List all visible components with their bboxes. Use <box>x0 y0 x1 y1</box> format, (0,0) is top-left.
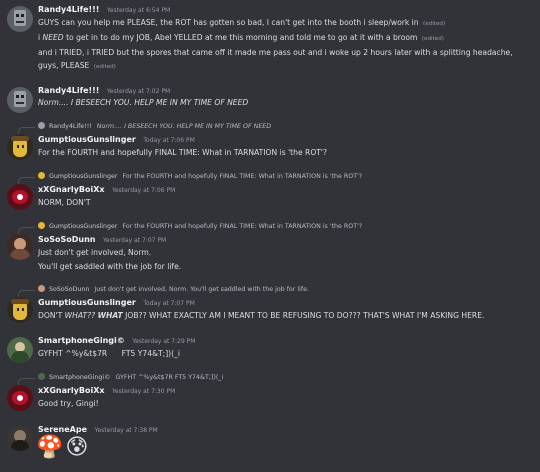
message-text: Just don't get involved, Norm. <box>38 248 152 257</box>
reply-username: GumptiousGunslinger <box>49 173 118 180</box>
message-text: For the FOURTH and hopefully FINAL TIME:… <box>38 148 328 157</box>
username[interactable]: xXGnarlyBoiXx <box>38 386 105 395</box>
message-text: Norm.... I BESEECH YOU. HELP ME IN MY TI… <box>38 98 249 107</box>
message-text: i NEED to get in to do my JOB, Abel YELL… <box>38 33 444 42</box>
message-header: SmartphoneGingi© Yesterday at 7:29 PM <box>38 335 195 347</box>
reply-avatar <box>38 222 45 229</box>
anxious-face-emoji-icon: 😰 <box>65 435 89 460</box>
timestamp: Yesterday at 7:07 PM <box>103 237 167 244</box>
avatar-randy[interactable] <box>7 6 33 32</box>
username[interactable]: SoSoSoDunn <box>38 235 96 244</box>
reply-preview[interactable]: Randy4Life!!! Norm.... I BESEECH YOU. HE… <box>14 122 534 135</box>
reply-preview[interactable]: SmartphoneGingi© GYFHT ^%y&t$7R FT5 Y74&… <box>14 373 534 386</box>
reply-text: GYFHT ^%y&t$7R FT5 Y74&T;])(_i <box>115 374 224 381</box>
chat-log: Randy4Life!!! Yesterday at 6:54 PM GUYS … <box>0 0 540 472</box>
avatar-xxgnarly[interactable] <box>7 184 33 210</box>
username[interactable]: xXGnarlyBoiXx <box>38 185 105 194</box>
message-text: GUYS can you help me PLEASE, the ROT has… <box>38 18 446 27</box>
avatar-randy[interactable] <box>7 87 33 113</box>
avatar-xxgnarly[interactable] <box>7 385 33 411</box>
message-text: DON'T WHAT?? WHAT JOB?? WHAT EXACTLY AM … <box>38 311 485 320</box>
username[interactable]: Randy4Life!!! <box>38 86 99 95</box>
timestamp: Today at 7:06 PM <box>143 137 195 144</box>
message-text: GYFHT ^%y&t$7R FT5 Y74&T;])(_i <box>38 349 181 358</box>
reply-username: SmartphoneGingi© <box>49 374 111 381</box>
reply-text: For the FOURTH and hopefully FINAL TIME:… <box>122 223 363 230</box>
avatar-sosodunn[interactable] <box>7 234 33 260</box>
reply-avatar <box>38 285 45 292</box>
timestamp: Yesterday at 7:29 PM <box>132 338 196 345</box>
username[interactable]: Randy4Life!!! <box>38 5 99 14</box>
timestamp: Yesterday at 7:02 PM <box>107 88 171 95</box>
message-header: SoSoSoDunn Yesterday at 7:07 PM <box>38 234 166 246</box>
reply-username: GumptiousGunslinger <box>49 223 118 230</box>
username[interactable]: GumptiousGunslinger <box>38 298 136 307</box>
username[interactable]: SereneApe <box>38 425 87 434</box>
message-text: You'll get saddled with the job for life… <box>38 262 182 271</box>
message-text: NORM, DON'T <box>38 198 91 207</box>
reply-preview[interactable]: SoSoSoDunn Just don't get involved, Norm… <box>14 285 534 298</box>
timestamp: Yesterday at 7:06 PM <box>112 187 176 194</box>
message-header: xXGnarlyBoiXx Yesterday at 7:06 PM <box>38 184 175 196</box>
timestamp: Yesterday at 7:38 PM <box>94 427 158 434</box>
message-text: Good try, Gingi! <box>38 399 99 408</box>
edited-label: (edited) <box>423 21 446 27</box>
mushroom-emoji-icon: 🍄 <box>36 435 64 460</box>
username[interactable]: GumptiousGunslinger <box>38 135 136 144</box>
edited-label: (edited) <box>421 36 444 42</box>
avatar-sereneape[interactable] <box>7 425 33 451</box>
emoji-message: 🍄😰 <box>36 434 90 462</box>
avatar-gumptious[interactable] <box>7 134 33 160</box>
timestamp: Yesterday at 6:54 PM <box>107 7 171 14</box>
reply-username: Randy4Life!!! <box>49 123 92 130</box>
reply-preview[interactable]: GumptiousGunslinger For the FOURTH and h… <box>14 172 534 185</box>
avatar-gumptious[interactable] <box>7 297 33 323</box>
message-text: and i TRIED, i TRIED but the spores that… <box>38 48 513 70</box>
message-header: GumptiousGunslinger Today at 7:06 PM <box>38 134 195 146</box>
timestamp: Today at 7:07 PM <box>143 300 195 307</box>
reply-avatar <box>38 122 45 129</box>
edited-label: (edited) <box>93 64 116 70</box>
timestamp: Yesterday at 7:30 PM <box>112 388 176 395</box>
reply-avatar <box>38 172 45 179</box>
reply-username: SoSoSoDunn <box>49 286 90 293</box>
username[interactable]: SmartphoneGingi© <box>38 336 125 345</box>
reply-text: Norm.... I BESEECH YOU. HELP ME IN MY TI… <box>96 123 272 130</box>
avatar-smartphonegingi[interactable] <box>7 337 33 363</box>
reply-text: For the FOURTH and hopefully FINAL TIME:… <box>122 173 363 180</box>
message-header: xXGnarlyBoiXx Yesterday at 7:30 PM <box>38 385 175 397</box>
reply-preview[interactable]: GumptiousGunslinger For the FOURTH and h… <box>14 222 534 235</box>
message-header: GumptiousGunslinger Today at 7:07 PM <box>38 297 195 309</box>
reply-text: Just don't get involved, Norm. You'll ge… <box>94 286 309 293</box>
message-header: Randy4Life!!! Yesterday at 6:54 PM <box>38 4 170 16</box>
reply-avatar <box>38 373 45 380</box>
